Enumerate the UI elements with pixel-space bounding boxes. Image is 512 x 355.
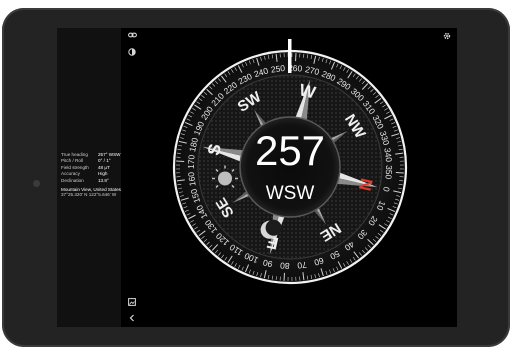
degree-label: 70 xyxy=(297,260,308,271)
degree-label: 170 xyxy=(186,154,197,169)
degree-label: 160 xyxy=(186,171,198,187)
chevron-left-icon[interactable] xyxy=(128,314,136,322)
degree-label: 80 xyxy=(280,261,290,271)
app-screen: True heading 257° WSW Pitch / Roll 0° / … xyxy=(57,28,457,327)
degree-label: 350 xyxy=(383,165,394,180)
gear-icon[interactable] xyxy=(443,32,451,40)
heading-direction: WSW xyxy=(266,183,315,204)
image-icon[interactable] xyxy=(128,298,136,306)
link-icon[interactable] xyxy=(128,31,137,39)
heading-degrees: 257 xyxy=(255,127,325,174)
degree-label: 250 xyxy=(270,63,286,75)
compass-dial: 0102030405060708090100110120130140150160… xyxy=(172,39,408,285)
contrast-icon[interactable] xyxy=(128,48,136,56)
heading-marker xyxy=(288,39,292,73)
front-camera xyxy=(33,180,40,187)
degree-label: 340 xyxy=(382,147,394,163)
